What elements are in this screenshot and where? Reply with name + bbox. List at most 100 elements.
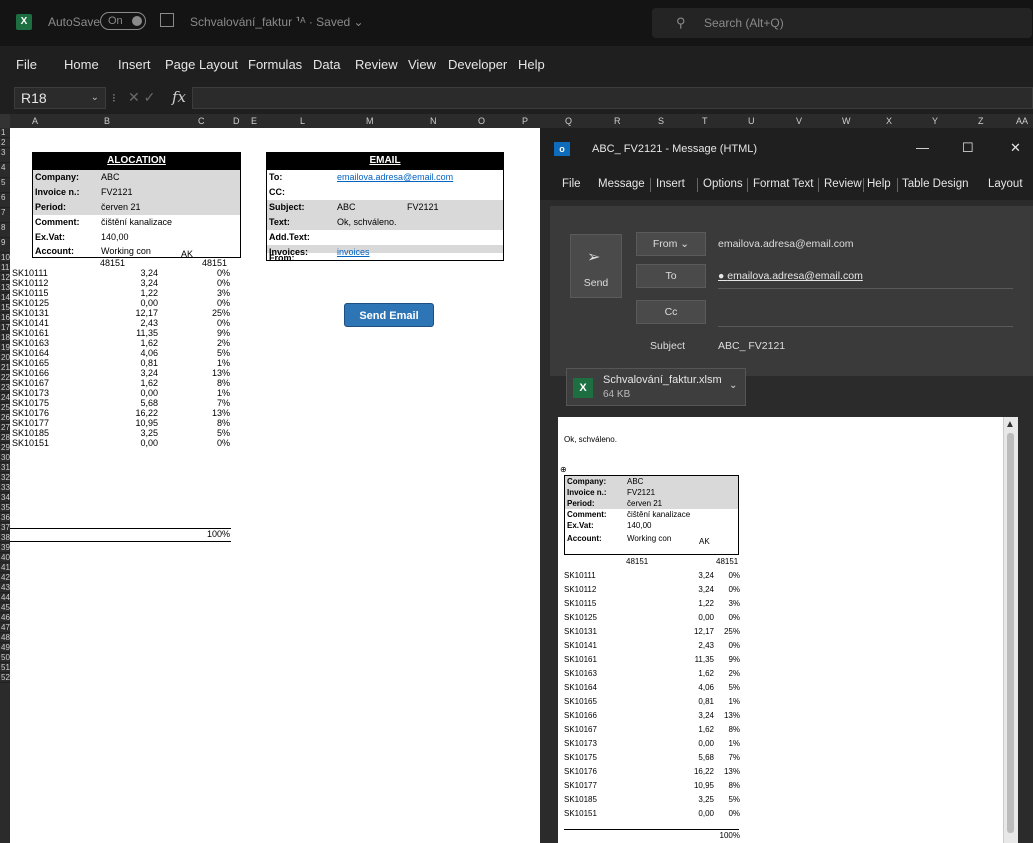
list-item[interactable]: SK10167 1,62 8% <box>10 378 250 388</box>
row-header[interactable]: 21 <box>0 363 10 373</box>
row-header[interactable]: 40 <box>0 553 10 563</box>
column-header[interactable]: O <box>478 116 485 126</box>
search-box[interactable]: ⚲ Search (Alt+Q) <box>652 8 1032 38</box>
send-email-button[interactable]: Send Email <box>344 303 434 327</box>
row-header[interactable]: 9 <box>0 238 10 253</box>
company-value[interactable]: ABC <box>101 172 120 182</box>
tab-page-layout[interactable]: Page Layout <box>165 57 238 72</box>
menu-message[interactable]: Message <box>598 178 645 190</box>
row-header[interactable]: 47 <box>0 623 10 633</box>
row-header[interactable]: 7 <box>0 208 10 223</box>
row-header[interactable]: 27 <box>0 423 10 433</box>
invoice-value[interactable]: FV2121 <box>101 187 133 197</box>
row-header[interactable]: 4 <box>0 163 10 178</box>
row-header[interactable]: 34 <box>0 493 10 503</box>
row-header[interactable]: 29 <box>0 443 10 453</box>
list-item[interactable]: SK10161 11,35 9% <box>10 328 250 338</box>
row-header[interactable]: 44 <box>0 593 10 603</box>
row-header[interactable]: 22 <box>0 373 10 383</box>
tab-help[interactable]: Help <box>518 57 545 72</box>
row-header[interactable]: 49 <box>0 643 10 653</box>
row-header[interactable]: 38 <box>0 533 10 543</box>
close-icon[interactable]: ✕ <box>1010 140 1021 156</box>
column-header[interactable]: Y <box>932 116 938 126</box>
column-header[interactable]: V <box>796 116 802 126</box>
name-box[interactable]: R18 ⌄ <box>14 87 106 109</box>
row-header[interactable]: 16 <box>0 313 10 323</box>
send-button[interactable]: ➢ Send <box>570 234 622 298</box>
row-header[interactable]: 35 <box>0 503 10 513</box>
autosave-toggle[interactable]: On <box>100 12 146 30</box>
list-item[interactable]: SK10112 3,24 0% <box>10 278 250 288</box>
menu-insert[interactable]: Insert <box>656 178 685 190</box>
row-header[interactable]: 12 <box>0 273 10 283</box>
tab-developer[interactable]: Developer <box>448 57 507 72</box>
subject-input[interactable]: ABC_ FV2121 <box>718 340 785 352</box>
list-item[interactable]: SK10185 3,25 5% <box>10 428 250 438</box>
row-header[interactable]: 26 <box>0 413 10 423</box>
list-item[interactable]: SK10141 2,43 0% <box>10 318 250 328</box>
menu-format-text[interactable]: Format Text <box>753 178 814 190</box>
subject-company[interactable]: ABC <box>337 202 356 212</box>
row-header[interactable]: 31 <box>0 463 10 473</box>
row-header[interactable]: 25 <box>0 403 10 413</box>
column-header[interactable]: AA <box>1016 116 1028 126</box>
row-header[interactable]: 28 <box>0 433 10 443</box>
workbook-name[interactable]: Schvalování_faktur ⸣ᴬ · Saved ⌄ <box>190 15 364 29</box>
from-button[interactable]: From ⌄ <box>636 232 706 256</box>
menu-file[interactable]: File <box>562 178 581 190</box>
column-header[interactable]: B <box>104 116 110 126</box>
menu-table-design[interactable]: Table Design <box>902 178 968 190</box>
column-header[interactable]: Q <box>565 116 572 126</box>
row-header[interactable]: 50 <box>0 653 10 663</box>
total-row[interactable]: 100% <box>10 528 231 542</box>
row-header[interactable]: 5 <box>0 178 10 193</box>
from-value[interactable]: ... <box>337 253 345 263</box>
row-header[interactable]: 43 <box>0 583 10 593</box>
row-header[interactable]: 19 <box>0 343 10 353</box>
row-header[interactable]: 15 <box>0 303 10 313</box>
menu-layout[interactable]: Layout <box>988 178 1023 190</box>
row-header[interactable]: 24 <box>0 393 10 403</box>
ak-number[interactable]: 48151 <box>202 258 227 268</box>
row-header[interactable]: 32 <box>0 473 10 483</box>
row-header[interactable]: 20 <box>0 353 10 363</box>
attachment-chip[interactable]: X Schvalování_faktur.xlsm 64 KB ⌄ <box>566 368 746 406</box>
tab-data[interactable]: Data <box>313 57 340 72</box>
row-header[interactable]: 18 <box>0 333 10 343</box>
list-item[interactable]: SK10131 12,17 25% <box>10 308 250 318</box>
row-header[interactable]: 10 <box>0 253 10 263</box>
row-header[interactable]: 6 <box>0 193 10 208</box>
row-header[interactable]: 8 <box>0 223 10 238</box>
row-header[interactable]: 51 <box>0 663 10 673</box>
minimize-icon[interactable]: — <box>916 140 929 155</box>
menu-help[interactable]: Help <box>867 178 891 190</box>
list-item[interactable]: SK10151 0,00 0% <box>10 438 250 448</box>
save-icon[interactable] <box>160 13 174 27</box>
list-item[interactable]: SK10173 0,00 1% <box>10 388 250 398</box>
list-item[interactable]: SK10176 16,22 13% <box>10 408 250 418</box>
row-header[interactable]: 23 <box>0 383 10 393</box>
column-header[interactable]: L <box>300 116 305 126</box>
list-item[interactable]: SK10175 5,68 7% <box>10 398 250 408</box>
row-header[interactable]: 41 <box>0 563 10 573</box>
row-header[interactable]: 3 <box>0 148 10 163</box>
message-body[interactable]: Ok, schváleno. ⊕ Company: ABC Invoice n.:… <box>558 417 1018 843</box>
list-item[interactable]: SK10165 0,81 1% <box>10 358 250 368</box>
column-header[interactable]: E <box>251 116 257 126</box>
list-item[interactable]: SK10163 1,62 2% <box>10 338 250 348</box>
subject-invoice[interactable]: FV2121 <box>407 202 439 212</box>
cancel-confirm-icons[interactable]: ✕ ✓ <box>128 89 155 106</box>
tab-home[interactable]: Home <box>64 57 99 72</box>
menu-options[interactable]: Options <box>703 178 743 190</box>
list-item[interactable]: SK10166 3,24 13% <box>10 368 250 378</box>
tab-view[interactable]: View <box>408 57 436 72</box>
formula-input[interactable] <box>192 87 1033 109</box>
worksheet-grid[interactable]: ALOCATION Company: ABC Invoice n.: FV2121 … <box>10 128 540 843</box>
row-header[interactable]: 46 <box>0 613 10 623</box>
row-header[interactable]: 30 <box>0 453 10 463</box>
row-header[interactable]: 14 <box>0 293 10 303</box>
select-all-corner[interactable] <box>0 114 10 128</box>
column-header[interactable]: C <box>198 116 205 126</box>
maximize-icon[interactable]: ☐ <box>962 140 974 156</box>
